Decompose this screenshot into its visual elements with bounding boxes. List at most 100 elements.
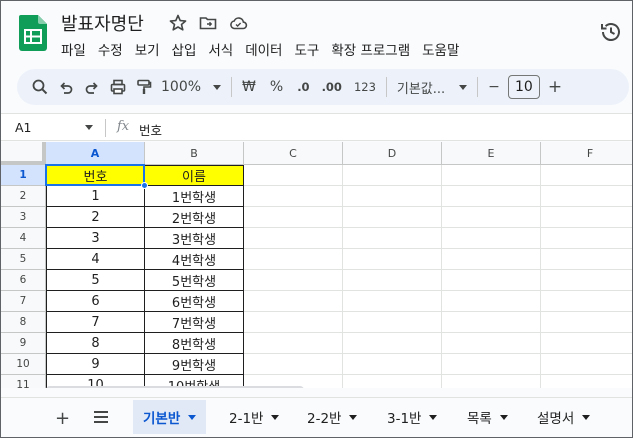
cell-f4[interactable] [541,228,632,249]
all-sheets-menu-icon[interactable] [93,410,109,424]
menu-insert[interactable]: 삽입 [172,39,205,59]
paint-format-button[interactable] [135,73,153,101]
cell-e11[interactable] [442,375,541,388]
name-box[interactable]: A1 [15,120,32,135]
sheet-tab-1[interactable]: 기본반 [133,400,207,434]
cell-e3[interactable] [442,207,541,228]
cell-b2[interactable]: 1번학생 [145,186,244,207]
chevron-down-icon[interactable] [349,414,358,420]
row-header-6[interactable]: 6 [1,270,46,291]
sheet-tab-3[interactable]: 2-2반 [307,400,358,434]
cell-d8[interactable] [343,312,442,333]
menu-view[interactable]: 보기 [135,39,168,59]
menu-format[interactable]: 서식 [208,39,241,59]
menu-file[interactable]: 파일 [61,39,94,59]
cell-b5[interactable]: 4번학생 [145,249,244,270]
sheet-tab-4[interactable]: 3-1반 [387,400,438,434]
cell-e7[interactable] [442,291,541,312]
chevron-down-icon[interactable] [582,414,591,420]
cell-d3[interactable] [343,207,442,228]
cell-f6[interactable] [541,270,632,291]
sheets-logo-icon[interactable] [19,15,47,51]
chevron-down-icon[interactable] [85,125,93,130]
cell-c1[interactable] [244,165,343,186]
row-header-2[interactable]: 2 [1,186,46,207]
row-header-1[interactable]: 1 [1,165,46,186]
cell-c4[interactable] [244,228,343,249]
decrease-font-size-button[interactable]: − [488,73,500,101]
cell-d5[interactable] [343,249,442,270]
sheet-grid[interactable]: A B C D E F 1 번호 이름 2 1 1번학생 3 2 2번학생 4 3 3번학생 5 4 4번학생 6 5 5번학… [1,142,632,388]
cell-b7[interactable]: 6번학생 [145,291,244,312]
cell-d10[interactable] [343,354,442,375]
column-header-a[interactable]: A [46,142,145,165]
cell-c5[interactable] [244,249,343,270]
row-header-8[interactable]: 8 [1,312,46,333]
currency-format-button[interactable]: ₩ [242,73,256,101]
select-all-corner[interactable] [1,142,46,165]
cell-f2[interactable] [541,186,632,207]
column-header-f[interactable]: F [541,142,632,165]
chevron-down-icon[interactable] [188,414,197,420]
cell-c9[interactable] [244,333,343,354]
row-header-3[interactable]: 3 [1,207,46,228]
number-format-button[interactable]: 123 [354,73,376,101]
font-size-input[interactable]: 10 [507,75,540,99]
row-header-11[interactable]: 11 [1,375,46,388]
version-history-icon[interactable] [598,19,624,45]
increase-font-size-button[interactable]: + [548,73,562,101]
search-menus-button[interactable] [31,73,49,101]
cell-d4[interactable] [343,228,442,249]
star-icon[interactable] [168,13,188,33]
chevron-down-icon[interactable] [429,414,438,420]
cell-b6[interactable]: 5번학생 [145,270,244,291]
cell-a7[interactable]: 6 [46,291,145,312]
document-title[interactable]: 발표자명단 [61,10,144,36]
cell-f10[interactable] [541,354,632,375]
row-header-7[interactable]: 7 [1,291,46,312]
cell-c6[interactable] [244,270,343,291]
cell-c2[interactable] [244,186,343,207]
cell-a2[interactable]: 1 [46,186,145,207]
menu-data[interactable]: 데이터 [245,39,290,59]
menu-tools[interactable]: 도구 [294,39,327,59]
sheet-tab-2[interactable]: 2-1반 [229,400,280,434]
cell-c3[interactable] [244,207,343,228]
increase-decimal-button[interactable]: .00 [322,73,342,101]
cell-b3[interactable]: 2번학생 [145,207,244,228]
cell-b4[interactable]: 3번학생 [145,228,244,249]
move-folder-icon[interactable] [198,13,218,33]
cell-f8[interactable] [541,312,632,333]
cell-f3[interactable] [541,207,632,228]
undo-button[interactable] [57,73,75,101]
cell-a5[interactable]: 4 [46,249,145,270]
fill-handle[interactable] [141,182,148,189]
print-button[interactable] [109,73,127,101]
cell-e6[interactable] [442,270,541,291]
menu-edit[interactable]: 수정 [98,39,131,59]
cell-e8[interactable] [442,312,541,333]
cell-b10[interactable]: 9번학생 [145,354,244,375]
cell-a3[interactable]: 2 [46,207,145,228]
row-header-9[interactable]: 9 [1,333,46,354]
cell-a8[interactable]: 7 [46,312,145,333]
sheet-tab-6[interactable]: 설명서 [537,400,591,434]
cell-c7[interactable] [244,291,343,312]
column-header-e[interactable]: E [442,142,541,165]
cell-b8[interactable]: 7번학생 [145,312,244,333]
font-family-select[interactable]: 기본값... [397,73,468,101]
menu-help[interactable]: 도움말 [422,39,467,59]
add-sheet-button[interactable]: + [55,408,70,429]
cell-d9[interactable] [343,333,442,354]
menu-extensions[interactable]: 확장 프로그램 [331,39,418,59]
cell-c8[interactable] [244,312,343,333]
row-header-5[interactable]: 5 [1,249,46,270]
percent-format-button[interactable]: % [270,73,283,101]
chevron-down-icon[interactable] [499,414,508,420]
cell-f1[interactable] [541,165,632,186]
sheet-tab-5[interactable]: 목록 [467,400,508,434]
cell-f5[interactable] [541,249,632,270]
column-header-d[interactable]: D [343,142,442,165]
cell-a9[interactable]: 8 [46,333,145,354]
cell-f7[interactable] [541,291,632,312]
